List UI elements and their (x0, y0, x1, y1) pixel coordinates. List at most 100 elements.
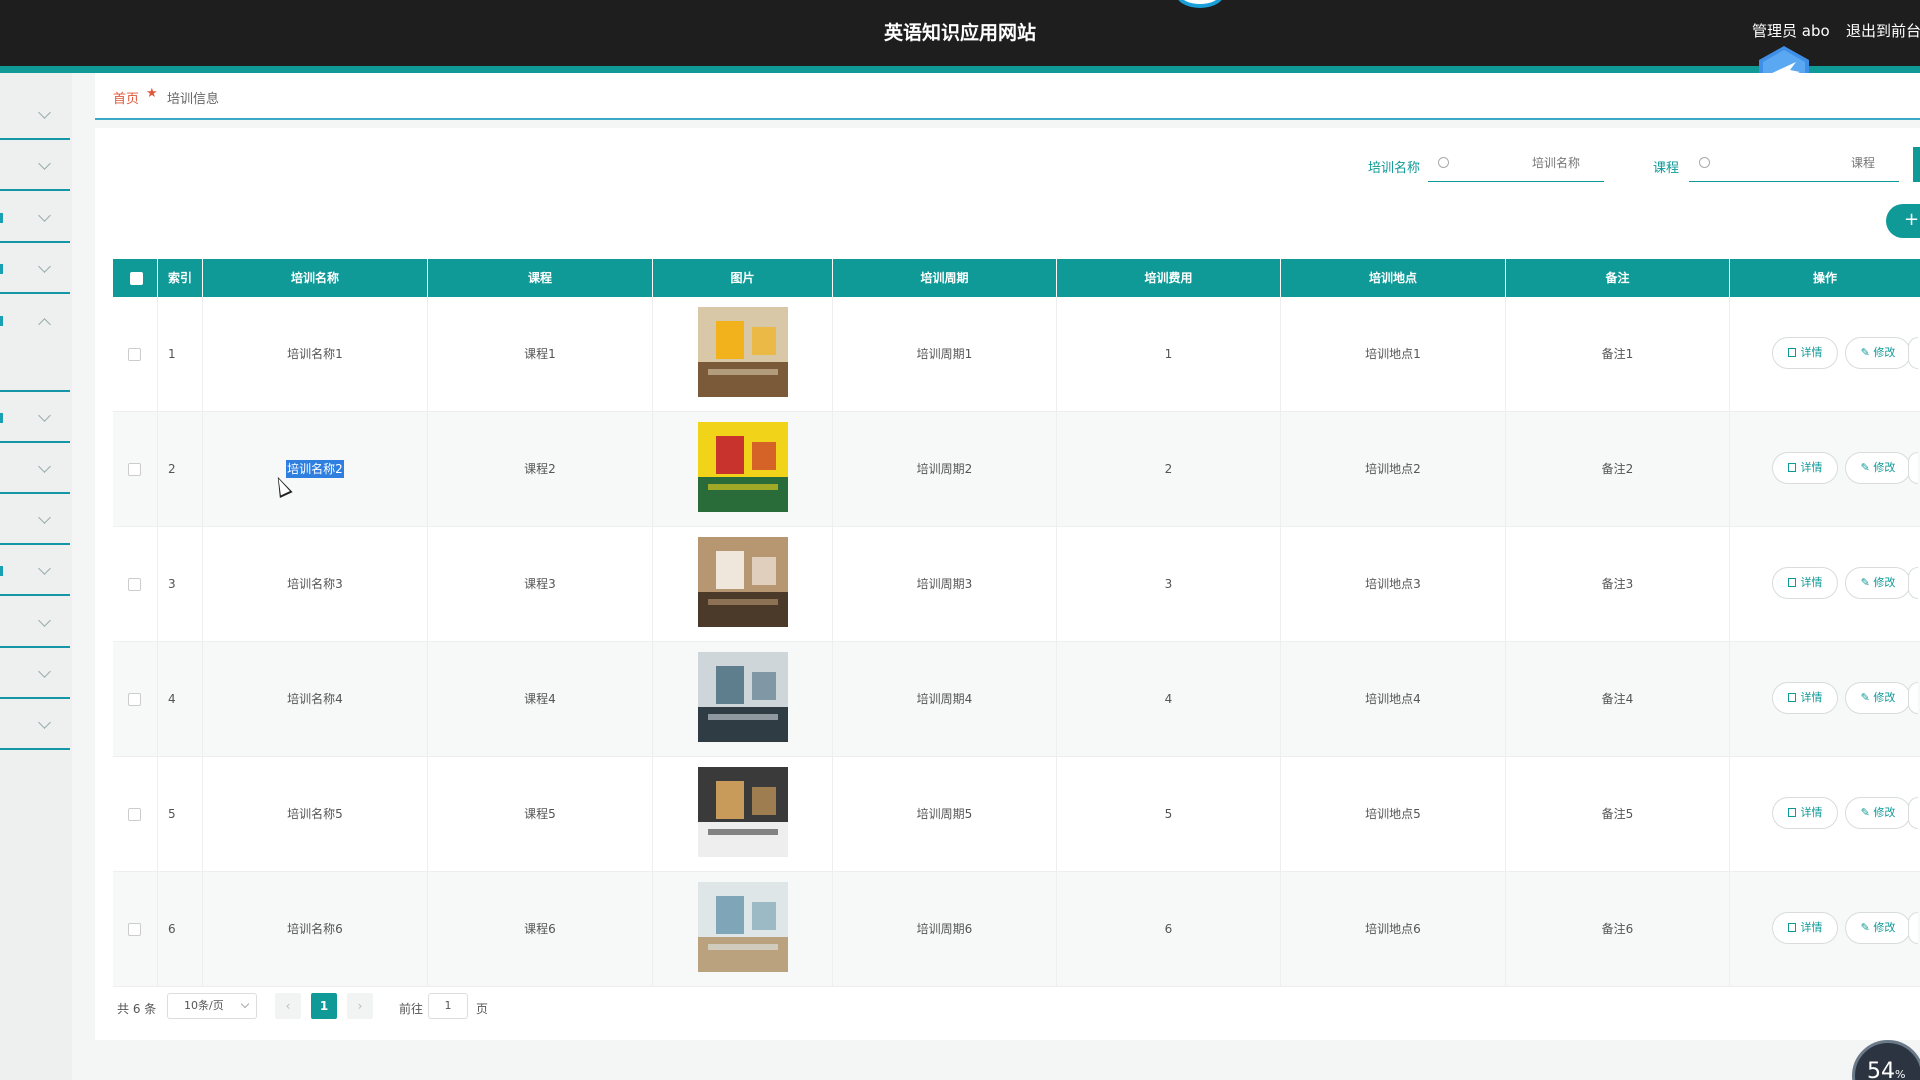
sidebar-item-7[interactable] (0, 444, 70, 494)
pencil-icon: ✎ (1860, 921, 1874, 934)
delete-button[interactable] (1908, 797, 1918, 829)
sidebar-item-10[interactable] (0, 598, 70, 648)
breadcrumb-home[interactable]: 首页 (113, 88, 139, 107)
detail-button[interactable]: 详情 (1772, 567, 1838, 599)
training-photo[interactable] (698, 767, 788, 857)
table-row[interactable]: 5 培训名称5 课程5 培训周期5 5 培训地点5 备注5 详情 ✎ 修改 (113, 757, 1920, 872)
column-header: 操作 (1812, 271, 1837, 285)
logout-link[interactable]: 退出到前台 (1846, 20, 1920, 41)
prev-page-button[interactable]: ‹ (275, 993, 301, 1019)
delete-button[interactable] (1908, 912, 1918, 944)
cell-image (653, 527, 833, 642)
table-row[interactable]: 1 培训名称1 课程1 培训周期1 1 培训地点1 备注1 详情 ✎ 修改 (113, 297, 1920, 412)
training-photo[interactable] (698, 422, 788, 512)
edit-label: 修改 (1873, 921, 1896, 934)
cell-index: 4 (158, 642, 203, 757)
table-row[interactable]: 6 培训名称6 课程6 培训周期6 6 培训地点6 备注6 详情 ✎ 修改 (113, 872, 1920, 987)
row-checkbox[interactable] (128, 808, 141, 821)
cell-fee: 1 (1057, 297, 1281, 412)
sidebar-item-11[interactable] (0, 649, 70, 699)
sidebar-item-2[interactable] (0, 141, 70, 191)
detail-button[interactable]: 详情 (1772, 797, 1838, 829)
cell-name: 培训名称4 (203, 642, 428, 757)
table-row[interactable]: 3 培训名称3 课程3 培训周期3 3 培训地点3 备注3 详情 ✎ 修改 (113, 527, 1920, 642)
detail-label: 详情 (1800, 691, 1823, 704)
select-all-checkbox[interactable] (130, 272, 143, 285)
main-panel: 培训名称 课程 + 索引 培训名称 课程 图片 培训周期 培训费用 培训地点 备… (95, 128, 1920, 1040)
page-size-select[interactable]: 10条/页 (167, 993, 257, 1019)
cell-index: 6 (158, 872, 203, 987)
cell-name: 培训名称2 (203, 412, 428, 527)
edit-button[interactable]: ✎ 修改 (1845, 452, 1911, 484)
delete-button[interactable] (1908, 452, 1918, 484)
row-checkbox[interactable] (128, 348, 141, 361)
top-header: 英语知识应用网站 管理员 abo 退出到前台 (0, 0, 1920, 73)
row-checkbox[interactable] (128, 693, 141, 706)
row-checkbox[interactable] (128, 578, 141, 591)
cell-fee: 4 (1057, 642, 1281, 757)
row-select-cell (113, 527, 158, 642)
delete-button[interactable] (1908, 337, 1918, 369)
cell-image (653, 757, 833, 872)
training-photo[interactable] (698, 882, 788, 972)
edit-button[interactable]: ✎ 修改 (1845, 912, 1911, 944)
table-row[interactable]: 4 培训名称4 课程4 培训周期4 4 培训地点4 备注4 详情 ✎ 修改 (113, 642, 1920, 757)
chevron-down-icon (38, 511, 51, 524)
top-badge-icon (1176, 0, 1224, 8)
edit-button[interactable]: ✎ 修改 (1845, 682, 1911, 714)
training-photo[interactable] (698, 652, 788, 742)
detail-button[interactable]: 详情 (1772, 337, 1838, 369)
detail-button[interactable]: 详情 (1772, 682, 1838, 714)
goto-page-input[interactable]: 1 (428, 993, 468, 1019)
selected-text: 培训名称2 (286, 460, 344, 478)
row-checkbox[interactable] (128, 923, 141, 936)
search-button[interactable] (1913, 147, 1920, 182)
edit-button[interactable]: ✎ 修改 (1845, 337, 1911, 369)
column-header: 培训周期 (833, 259, 1057, 297)
pencil-icon: ✎ (1860, 346, 1874, 359)
edit-label: 修改 (1873, 806, 1896, 819)
page-number-button[interactable]: 1 (311, 993, 337, 1019)
breadcrumb: 首页 ★ 培训信息 (95, 73, 1920, 120)
widget-value: 54 (1867, 1059, 1895, 1080)
edit-label: 修改 (1873, 691, 1896, 704)
pencil-icon: ✎ (1860, 461, 1874, 474)
chevron-down-icon (38, 665, 51, 678)
sidebar-item-9[interactable] (0, 546, 70, 596)
cell-note: 备注6 (1506, 872, 1730, 987)
sidebar-item-3[interactable] (0, 193, 70, 243)
training-photo[interactable] (698, 537, 788, 627)
training-photo[interactable] (698, 307, 788, 397)
table-row[interactable]: 2 培训名称2 课程2 培训周期2 2 培训地点2 备注2 详情 ✎ 修改 (113, 412, 1920, 527)
sidebar-item-12[interactable] (0, 700, 70, 750)
edit-button[interactable]: ✎ 修改 (1845, 567, 1911, 599)
search-name-input[interactable] (1440, 156, 1580, 170)
add-button[interactable]: + (1886, 204, 1920, 238)
cell-course: 课程2 (428, 412, 653, 527)
chevron-down-icon (38, 716, 51, 729)
delete-button[interactable] (1908, 682, 1918, 714)
cell-index: 2 (158, 412, 203, 527)
detail-button[interactable]: 详情 (1772, 452, 1838, 484)
search-course-input[interactable] (1765, 156, 1875, 170)
progress-widget: 54% (1852, 1040, 1920, 1080)
sidebar-item-6[interactable] (0, 393, 70, 443)
sidebar-marker (0, 264, 3, 274)
sidebar-item-1[interactable] (0, 90, 70, 140)
document-icon (1787, 923, 1796, 932)
column-header: 索引 (158, 259, 203, 297)
chevron-down-icon (240, 999, 250, 1009)
search-course-field[interactable] (1689, 148, 1899, 182)
sidebar-item-8[interactable] (0, 495, 70, 545)
chevron-down-icon (38, 614, 51, 627)
row-checkbox[interactable] (128, 463, 141, 476)
search-name-field[interactable] (1428, 148, 1604, 182)
edit-button[interactable]: ✎ 修改 (1845, 797, 1911, 829)
cell-actions: 详情 ✎ 修改 (1730, 757, 1920, 872)
detail-button[interactable]: 详情 (1772, 912, 1838, 944)
sidebar-item-5-expanded[interactable] (0, 296, 70, 392)
column-header: 培训费用 (1057, 259, 1281, 297)
sidebar-item-4[interactable] (0, 244, 70, 294)
next-page-button[interactable]: › (347, 993, 373, 1019)
delete-button[interactable] (1908, 567, 1918, 599)
